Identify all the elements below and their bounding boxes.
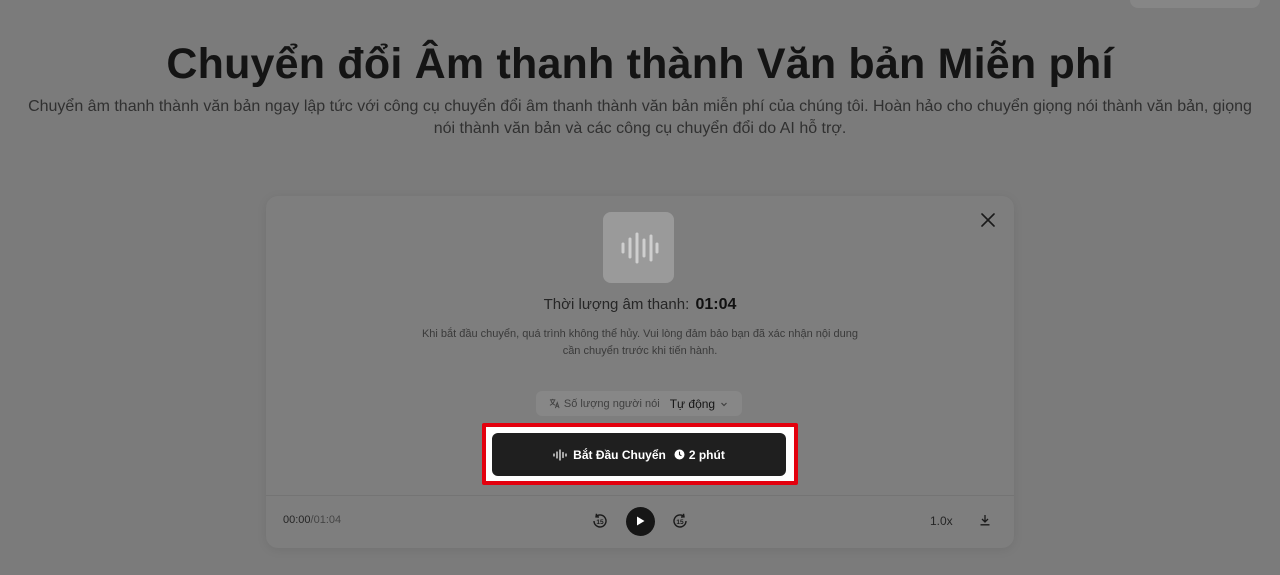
play-button[interactable] [625,506,655,536]
estimated-time: 2 phút [674,448,725,462]
player-divider [266,495,1014,496]
duration-value: 01:04 [695,296,737,313]
total-time: /01:04 [310,514,342,526]
speaker-count-label: Số lượng người nói [563,397,660,410]
forward-15-icon: 15 [673,513,687,528]
rewind-15-button[interactable]: 15 [590,511,610,531]
speaker-count-value: Tự động [669,396,716,411]
audio-duration: Thời lượng âm thanh: 01:04 [266,296,1014,314]
playback-controls: 15 15 [590,506,690,536]
current-time: 00:00 [283,514,311,526]
audio-thumbnail [603,212,674,283]
speaker-count-select[interactable]: Số lượng người nói Tự động [536,391,742,416]
page: Chuyển đổi Âm thanh thành Văn bản Miễn p… [0,0,1280,575]
transcribe-dialog: Thời lượng âm thanh: 01:04 Khi bắt đầu c… [266,196,1014,548]
close-button[interactable] [978,210,998,230]
forward-15-button[interactable]: 15 [670,511,690,531]
start-transcribe-button[interactable]: Bắt Đầu Chuyển 2 phút [492,433,786,476]
download-icon [980,515,990,526]
page-title: Chuyển đổi Âm thanh thành Văn bản Miễn p… [166,40,1114,88]
cancel-notice: Khi bắt đầu chuyển, quá trình không thể … [421,328,859,357]
audio-wave-icon [621,232,658,263]
rewind-15-label: 15 [596,519,604,526]
playback-time: 00:00/01:04 [283,514,341,526]
duration-label: Thời lượng âm thanh: [543,296,690,313]
forward-15-label: 15 [676,519,684,526]
rewind-15-icon: 15 [593,513,607,528]
start-transcribe-label: Bắt Đầu Chuyển [573,447,666,462]
hero: Chuyển đổi Âm thanh thành Văn bản Miễn p… [0,0,1280,140]
top-bar-hint [1130,0,1260,8]
download-button[interactable] [976,511,994,529]
clock-icon [674,449,685,460]
translate-icon [549,398,560,409]
waveform-icon [553,448,567,461]
page-subtitle: Chuyển âm thanh thành văn bản ngay lập t… [28,98,1252,137]
chevron-down-icon [721,402,728,406]
close-icon [981,213,995,227]
play-icon [637,516,645,526]
estimated-time-value: 2 phút [688,447,725,462]
playback-speed-button[interactable]: 1.0x [930,514,953,528]
